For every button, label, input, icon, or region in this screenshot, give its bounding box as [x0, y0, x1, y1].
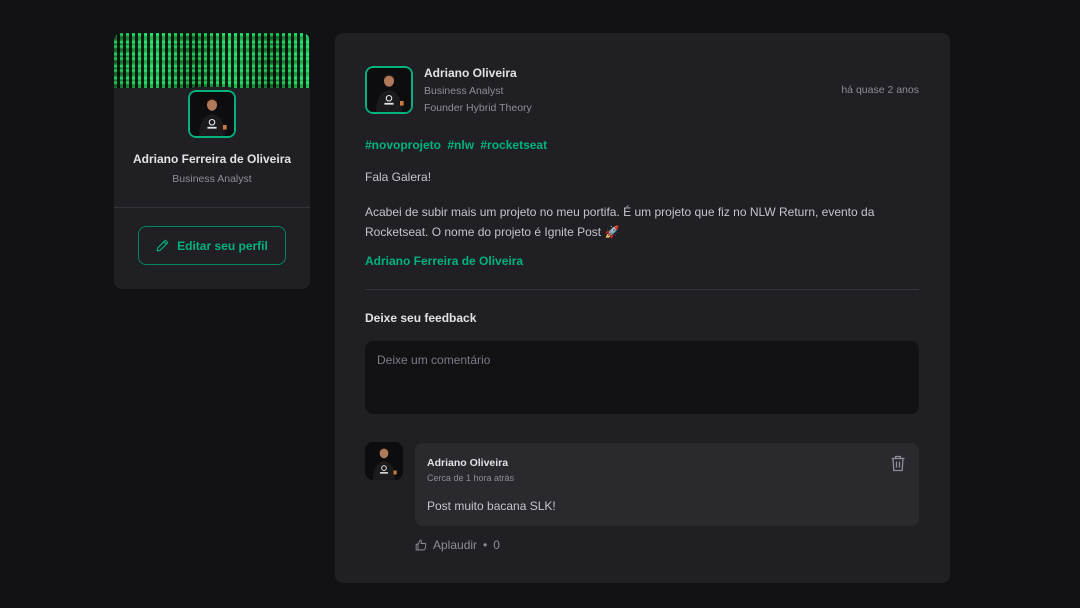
profile-role: Business Analyst [172, 173, 252, 185]
comment-author-avatar[interactable] [365, 442, 403, 480]
hashtag-link[interactable]: #nlw [447, 138, 474, 152]
applaud-label: Aplaudir [433, 538, 478, 552]
sidebar-divider [114, 207, 310, 208]
post-hashtags: #novoprojeto #nlw #rocketseat [365, 138, 550, 152]
post-author-role: Business Analyst [424, 85, 504, 97]
profile-sidebar: Adriano Ferreira de Oliveira Business An… [114, 33, 310, 289]
applaud-count: 0 [493, 538, 500, 552]
edit-profile-button[interactable]: Editar seu perfil [138, 226, 286, 265]
post-profile-link[interactable]: Adriano Ferreira de Oliveira [365, 254, 523, 268]
avatar-image [365, 442, 403, 480]
profile-cover-image [114, 33, 310, 88]
avatar-image [190, 92, 234, 136]
post-author-role-secondary: Founder Hybrid Theory [424, 102, 532, 114]
comment-author-name: Adriano Oliveira [427, 457, 509, 469]
applaud-separator: • [483, 538, 488, 552]
post-divider [365, 289, 919, 290]
comment-timestamp: Cerca de 1 hora atrás [427, 473, 515, 483]
comment-text: Post muito bacana SLK! [427, 499, 556, 513]
trash-icon[interactable] [890, 455, 906, 472]
avatar-image [367, 68, 411, 112]
post-paragraph: Acabei de subir mais um projeto no meu p… [365, 205, 875, 239]
post-author-avatar[interactable] [362, 63, 416, 117]
post-timestamp: há quase 2 anos [841, 84, 919, 96]
comment-input[interactable] [365, 341, 919, 414]
thumbs-up-icon [415, 539, 427, 551]
pencil-icon [156, 239, 169, 252]
edit-profile-label: Editar seu perfil [177, 238, 268, 253]
post-author-name: Adriano Oliveira [424, 66, 517, 80]
applaud-button[interactable]: Aplaudir • 0 [415, 538, 500, 552]
hashtag-link[interactable]: #novoprojeto [365, 138, 441, 152]
avatar[interactable] [185, 87, 239, 141]
hashtag-link[interactable]: #rocketseat [480, 138, 547, 152]
post-card: Adriano Oliveira Business Analyst Founde… [335, 33, 950, 583]
feedback-title: Deixe seu feedback [365, 311, 477, 325]
comment-box: Adriano Oliveira Cerca de 1 hora atrás P… [415, 443, 919, 526]
post-paragraph: Fala Galera! [365, 170, 432, 184]
profile-name: Adriano Ferreira de Oliveira [132, 152, 292, 166]
